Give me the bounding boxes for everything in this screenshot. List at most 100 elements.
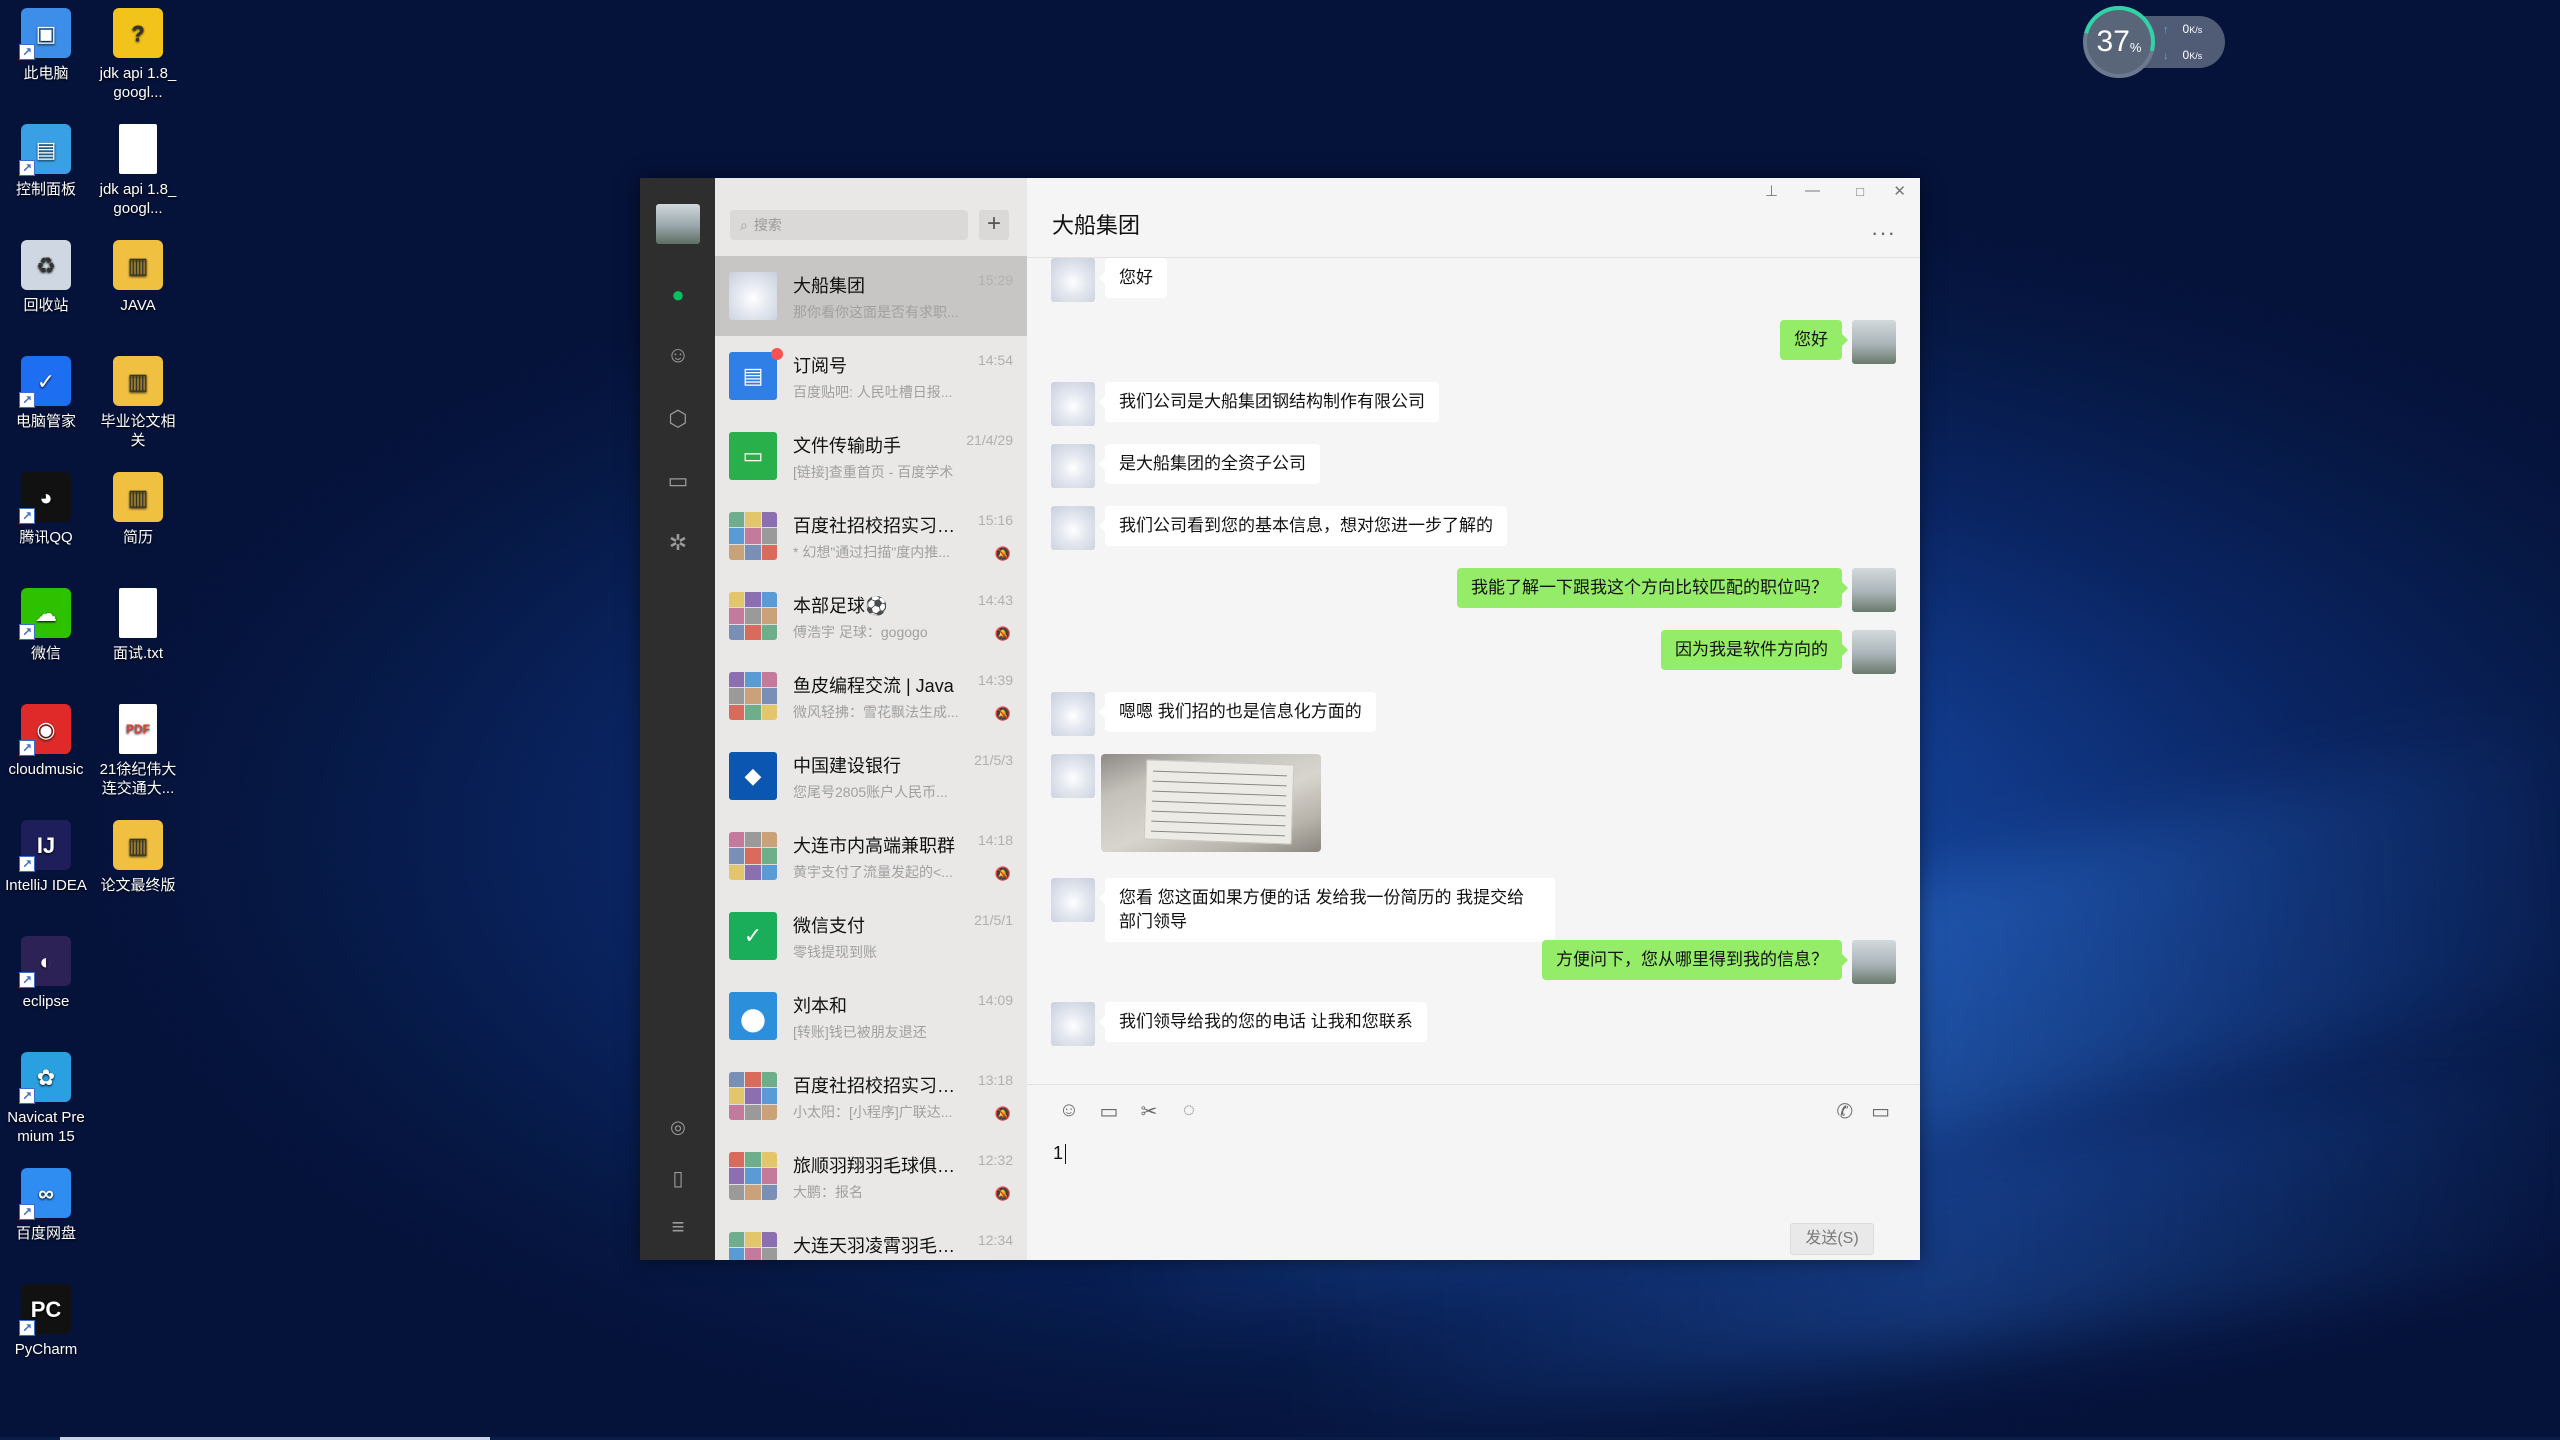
desktop-icon-label: 控制面板 bbox=[15, 181, 76, 198]
chat-icon[interactable]: ● bbox=[665, 282, 691, 308]
scissors-icon[interactable]: ✂ bbox=[1137, 1099, 1161, 1124]
desktop-icon[interactable]: ▥ 论文最终版 bbox=[96, 820, 180, 895]
chat-list-item[interactable]: 鱼皮编程交流 | Java 14:39 微风轻拂：雪花飘法生成... 🔕 bbox=[715, 656, 1027, 736]
chat-list-item[interactable]: 大连市内高端兼职群 14:18 黄宇支付了流量发起的<... 🔕 bbox=[715, 816, 1027, 896]
chat-list-item[interactable]: ▤ 订阅号 14:54 百度贴吧: 人民吐槽日报... bbox=[715, 336, 1027, 416]
desktop-icon[interactable]: 面试.txt bbox=[96, 588, 180, 663]
desktop-icon-label: jdk api 1.8_googl... bbox=[99, 65, 177, 101]
baidu-netdisk-icon: ∞ ↗ bbox=[19, 1168, 71, 1220]
search-input[interactable]: ⌕ 搜索 bbox=[730, 210, 968, 240]
message-avatar[interactable] bbox=[1051, 878, 1095, 922]
desktop-icon[interactable]: jdk api 1.8_googl... bbox=[96, 124, 180, 218]
desktop-icon[interactable]: ◐ ↗ eclipse bbox=[4, 936, 88, 1011]
phone-icon[interactable]: ▯ bbox=[665, 1166, 691, 1192]
chat-list-item[interactable]: 大船集团 15:29 那你看你这面是否有求职... bbox=[715, 256, 1027, 336]
menu-icon[interactable]: ≡ bbox=[665, 1214, 691, 1240]
pin-icon[interactable]: ⊥ bbox=[1765, 182, 1778, 200]
chat-avatar bbox=[729, 1152, 777, 1200]
chat-time: 21/4/29 bbox=[966, 432, 1013, 448]
desktop-icon[interactable]: ◕ ↗ 腾讯QQ bbox=[4, 472, 88, 547]
chat-list-item[interactable]: ✓ 微信支付 21/5/1 零钱提现到账 bbox=[715, 896, 1027, 976]
message-bubble: 因为我是软件方向的 bbox=[1661, 630, 1848, 670]
desktop-icon[interactable]: ▤ ↗ 控制面板 bbox=[4, 124, 88, 199]
chat-name: 旅顺羽翔羽毛球俱乐... bbox=[793, 1156, 963, 1176]
emoji-icon[interactable]: ☺ bbox=[1057, 1099, 1081, 1124]
add-button[interactable]: + bbox=[979, 210, 1009, 240]
message-avatar[interactable] bbox=[1051, 506, 1095, 550]
chat-message[interactable]: 是大船集团的全资子公司 bbox=[1051, 444, 1320, 488]
my-avatar[interactable] bbox=[656, 204, 700, 244]
chat-message[interactable]: 我们公司是大船集团钢结构制作有限公司 bbox=[1051, 382, 1439, 426]
more-icon[interactable]: ··· bbox=[1871, 220, 1896, 246]
chat-list-item[interactable]: ▭ 文件传输助手 21/4/29 [链接]查重首页 - 百度学术 bbox=[715, 416, 1027, 496]
chat-list-item[interactable]: 大连天羽凌霄羽毛球... 12:34 bbox=[715, 1216, 1027, 1260]
desktop-icon[interactable]: ▥ 毕业论文相关 bbox=[96, 356, 180, 450]
desktop-icon[interactable]: ∞ ↗ 百度网盘 bbox=[4, 1168, 88, 1243]
shortcut-arrow-icon: ↗ bbox=[19, 856, 35, 872]
voice-call-icon[interactable]: ✆ bbox=[1836, 1099, 1853, 1124]
desktop-icon[interactable]: PC ↗ PyCharm bbox=[4, 1284, 88, 1359]
desktop-icon-label: jdk api 1.8_googl... bbox=[99, 181, 177, 217]
chat-message[interactable]: 因为我是软件方向的 bbox=[1661, 630, 1896, 674]
message-avatar[interactable] bbox=[1051, 444, 1095, 488]
chat-list-item[interactable]: 本部足球⚽ 14:43 傅浩宇 足球：gogogo 🔕 bbox=[715, 576, 1027, 656]
shortcut-arrow-icon: ↗ bbox=[19, 972, 35, 988]
message-avatar[interactable] bbox=[1852, 320, 1896, 364]
desktop-icon[interactable]: ✿ ↗ Navicat Premium 15 bbox=[4, 1052, 88, 1146]
chat-message[interactable]: 您好 bbox=[1051, 258, 1167, 302]
message-avatar[interactable] bbox=[1852, 568, 1896, 612]
shortcut-arrow-icon: ↗ bbox=[19, 508, 35, 524]
video-call-icon[interactable]: ▭ bbox=[1871, 1099, 1890, 1124]
chat-message[interactable]: 嗯嗯 我们招的也是信息化方面的 bbox=[1051, 692, 1376, 736]
network-speed-widget[interactable]: ↑ 0K/s ↓ 0K/s 37% bbox=[2069, 0, 2229, 92]
chat-list-item[interactable]: ◆ 中国建设银行 21/5/3 您尾号2805账户人民币... bbox=[715, 736, 1027, 816]
moments-icon[interactable]: ✲ bbox=[665, 530, 691, 556]
desktop-icon-label: JAVA bbox=[120, 297, 156, 314]
desktop-icon[interactable]: IJ ↗ IntelliJ IDEA bbox=[4, 820, 88, 895]
message-avatar[interactable] bbox=[1051, 754, 1095, 798]
chat-list-item[interactable]: 百度社招校招实习内... 13:18 小太阳：[小程序]广联达... 🔕 bbox=[715, 1056, 1027, 1136]
desktop-icon[interactable]: ✓ ↗ 电脑管家 bbox=[4, 356, 88, 431]
folder-icon[interactable]: ▭ bbox=[1097, 1099, 1121, 1124]
maximize-icon[interactable]: □ bbox=[1856, 184, 1864, 199]
message-avatar[interactable] bbox=[1051, 692, 1095, 736]
contacts-icon[interactable]: ☺ bbox=[665, 342, 691, 368]
message-avatar[interactable] bbox=[1852, 630, 1896, 674]
favorites-icon[interactable]: ⬡ bbox=[665, 406, 691, 432]
message-avatar[interactable] bbox=[1051, 1002, 1095, 1046]
chat-message[interactable]: 您好 bbox=[1780, 320, 1896, 364]
message-bubble: 嗯嗯 我们招的也是信息化方面的 bbox=[1099, 692, 1376, 732]
chat-message[interactable]: 我能了解一下跟我这个方向比较匹配的职位吗？ bbox=[1457, 568, 1896, 612]
message-avatar[interactable] bbox=[1051, 258, 1095, 302]
chat-name: 大连市内高端兼职群 bbox=[793, 836, 955, 856]
desktop-icon[interactable]: ▥ JAVA bbox=[96, 240, 180, 315]
chat-message[interactable] bbox=[1051, 754, 1321, 852]
message-input[interactable]: 1 bbox=[1053, 1143, 1067, 1165]
chat-list-item[interactable]: 刘本和 14:09 [转账]钱已被朋友退还 bbox=[715, 976, 1027, 1056]
desktop-icon[interactable]: ◉ ↗ cloudmusic bbox=[4, 704, 88, 779]
desktop-icon[interactable]: ? jdk api 1.8_googl... bbox=[96, 8, 180, 102]
send-button[interactable]: 发送(S) bbox=[1790, 1223, 1874, 1255]
files-icon[interactable]: ▭ bbox=[665, 468, 691, 494]
mini-program-icon[interactable]: ◎ bbox=[665, 1114, 691, 1140]
chat-list-item[interactable]: 旅顺羽翔羽毛球俱乐... 12:32 大鹏：报名 🔕 bbox=[715, 1136, 1027, 1216]
chat-message[interactable]: 方便问下，您从哪里得到我的信息？ bbox=[1542, 940, 1896, 984]
desktop-icon[interactable]: ▥ 简历 bbox=[96, 472, 180, 547]
chat-preview: [链接]查重首页 - 百度学术 bbox=[793, 464, 954, 480]
chat-bubble-icon[interactable]: ◌ bbox=[1177, 1099, 1201, 1124]
desktop-icon[interactable]: ▣ ↗ 此电脑 bbox=[4, 8, 88, 83]
desktop-icon[interactable]: ♻ 回收站 bbox=[4, 240, 88, 315]
chat-message[interactable]: 您看 您这面如果方便的话 发给我一份简历的 我提交给部门领导 bbox=[1051, 878, 1555, 942]
minimize-icon[interactable]: — bbox=[1805, 182, 1820, 199]
chat-name: 大连天羽凌霄羽毛球... bbox=[793, 1236, 963, 1256]
desktop-icon[interactable]: PDF 21徐纪伟大连交通大... bbox=[96, 704, 180, 798]
chat-list-item[interactable]: 百度社招校招实习内... 15:16 * 幻想"通过扫描"度内推... 🔕 bbox=[715, 496, 1027, 576]
message-area[interactable]: 您好 您好 我们公司是大船集团钢结构制作有限公司 是大船集团的全资子公司 我们公司看到您… bbox=[1027, 258, 1920, 1084]
image-message[interactable] bbox=[1101, 754, 1321, 852]
close-icon[interactable]: ✕ bbox=[1893, 182, 1906, 200]
chat-message[interactable]: 我们公司看到您的基本信息，想对您进一步了解的 bbox=[1051, 506, 1507, 550]
message-avatar[interactable] bbox=[1051, 382, 1095, 426]
message-avatar[interactable] bbox=[1852, 940, 1896, 984]
desktop-icon[interactable]: ☁ ↗ 微信 bbox=[4, 588, 88, 663]
chat-message[interactable]: 我们领导给我的您的电话 让我和您联系 bbox=[1051, 1002, 1427, 1046]
